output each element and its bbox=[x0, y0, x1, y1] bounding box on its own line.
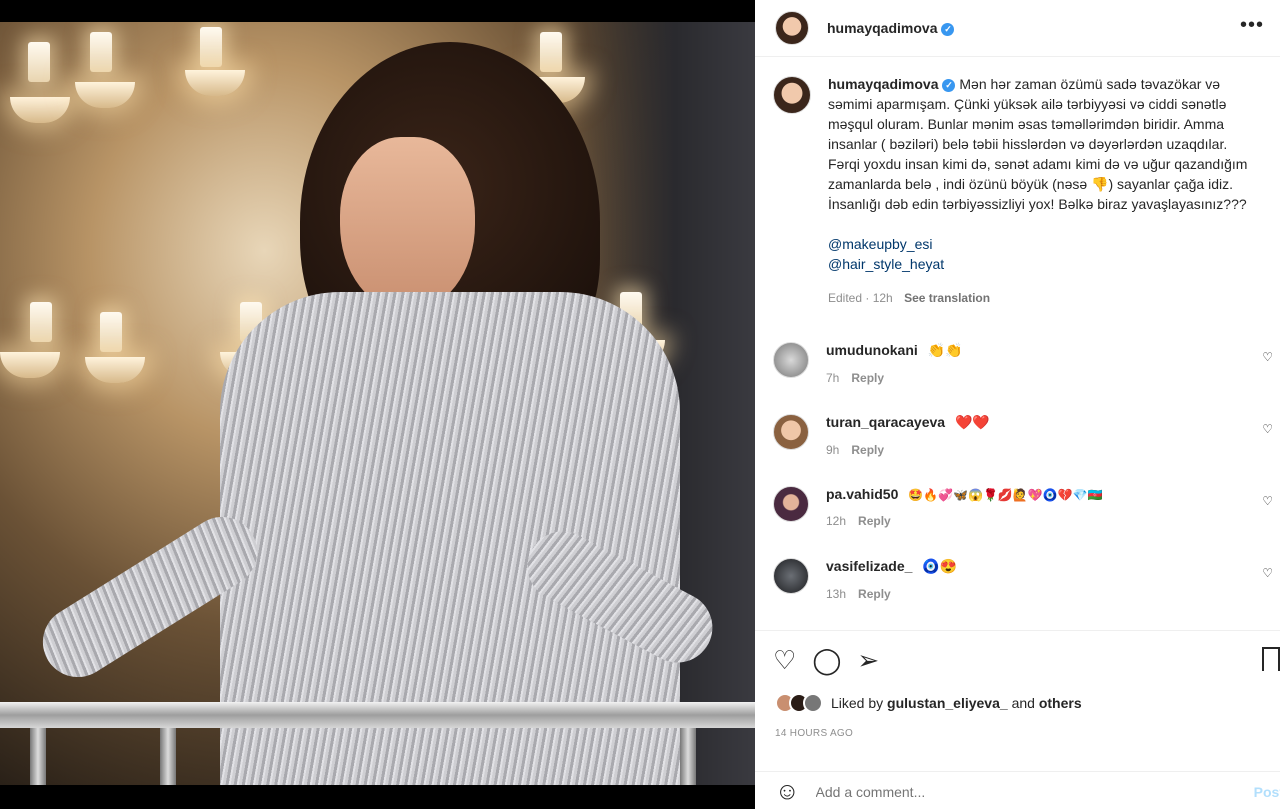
comments-scroll-area[interactable]: humayqadimova ✓ Mən hər zaman özümü sadə … bbox=[755, 58, 1280, 630]
comment-text: 👏👏 bbox=[927, 342, 963, 358]
caption-meta: Edited · 12h See translation bbox=[828, 288, 1260, 308]
action-icons: ♡ ◯ ➢ bbox=[773, 645, 879, 676]
commenter-username[interactable]: pa.vahid50 bbox=[826, 486, 898, 502]
caption-avatar[interactable] bbox=[773, 76, 811, 114]
see-translation-link[interactable]: See translation bbox=[904, 291, 990, 305]
others-link[interactable]: others bbox=[1039, 695, 1082, 711]
chandelier-light bbox=[10, 97, 70, 123]
comment-meta: 13h Reply bbox=[826, 587, 957, 601]
comment-item: pa.vahid50 🤩🔥💞🦋😱🌹💋🙋💖🧿💔💎🇦🇿 12h Reply ♡ bbox=[773, 486, 1273, 528]
author-avatar[interactable] bbox=[775, 11, 809, 45]
commenter-username[interactable]: umudunokani bbox=[826, 342, 918, 358]
chandelier-light bbox=[28, 42, 50, 82]
chandelier-light bbox=[30, 302, 52, 342]
comment-item: vasifelizade_ 🧿😍 13h Reply ♡ bbox=[773, 558, 1273, 601]
commenter-username[interactable]: turan_qaracayeva bbox=[826, 414, 945, 430]
post-caption: humayqadimova ✓ Mən hər zaman özümü sadə … bbox=[755, 58, 1280, 308]
commenter-avatar[interactable] bbox=[773, 414, 809, 450]
caption-username[interactable]: humayqadimova ✓ bbox=[828, 76, 956, 92]
post-comment-button[interactable]: Post bbox=[1254, 784, 1280, 800]
post-side-panel: humayqadimova ✓ ••• humayqadimova ✓ Mən hə… bbox=[755, 0, 1280, 809]
chandelier-light bbox=[75, 82, 135, 108]
commenter-avatar[interactable] bbox=[773, 558, 809, 594]
comment-meta: 12h Reply bbox=[826, 514, 1103, 528]
verified-badge-icon: ✓ bbox=[941, 23, 955, 36]
comment-time: 9h bbox=[826, 443, 840, 457]
instagram-post-view: humayqadimova ✓ ••• humayqadimova ✓ Mən hə… bbox=[0, 0, 1280, 809]
more-options-icon[interactable]: ••• bbox=[1240, 14, 1264, 37]
railing-post bbox=[160, 728, 176, 785]
reply-button[interactable]: Reply bbox=[858, 587, 891, 601]
liker-avatar[interactable] bbox=[803, 693, 823, 713]
commenter-username[interactable]: vasifelizade_ bbox=[826, 558, 912, 574]
edited-label: Edited · 12h bbox=[828, 291, 893, 305]
commenter-avatar[interactable] bbox=[773, 486, 809, 522]
chandelier-light bbox=[100, 312, 122, 352]
add-comment-bar: ☺ Post bbox=[755, 771, 1280, 809]
commenter-avatar[interactable] bbox=[773, 342, 809, 378]
chandelier-light bbox=[85, 357, 145, 383]
reply-button[interactable]: Reply bbox=[851, 443, 884, 457]
railing-post bbox=[30, 728, 46, 785]
comment-body: pa.vahid50 🤩🔥💞🦋😱🌹💋🙋💖🧿💔💎🇦🇿 12h Reply bbox=[826, 486, 1103, 528]
person-figure bbox=[29, 42, 725, 785]
comment-item: umudunokani 👏👏 7h Reply ♡ bbox=[773, 342, 1273, 385]
author-username[interactable]: humayqadimova ✓ bbox=[827, 20, 955, 36]
comment-time: 12h bbox=[826, 514, 847, 528]
like-heart-icon[interactable]: ♡ bbox=[773, 645, 796, 676]
comment-like-icon[interactable]: ♡ bbox=[1262, 350, 1273, 364]
post-photo[interactable] bbox=[0, 22, 755, 785]
share-send-icon[interactable]: ➢ bbox=[857, 645, 879, 676]
post-time-ago[interactable]: 14 HOURS AGO bbox=[775, 728, 853, 739]
mention-link[interactable]: @hair_style_heyat bbox=[828, 254, 1260, 274]
comment-meta: 9h Reply bbox=[826, 443, 990, 457]
comment-time: 7h bbox=[826, 371, 840, 385]
comment-like-icon[interactable]: ♡ bbox=[1262, 494, 1273, 508]
comment-bubble-icon[interactable]: ◯ bbox=[812, 645, 841, 676]
face bbox=[340, 137, 475, 312]
comment-input[interactable] bbox=[815, 783, 1216, 800]
verified-badge-icon: ✓ bbox=[942, 79, 956, 92]
comment-like-icon[interactable]: ♡ bbox=[1262, 566, 1273, 580]
railing-post bbox=[680, 728, 696, 785]
mention-link[interactable]: @makeupby_esi bbox=[828, 234, 1260, 254]
likes-summary: Liked by gulustan_eliyeva_ and others bbox=[775, 693, 1082, 713]
chandelier-light bbox=[90, 32, 112, 72]
caption-text: Mən hər zaman özümü sadə təvazökar və sə… bbox=[828, 76, 1248, 212]
post-header: humayqadimova ✓ ••• bbox=[755, 0, 1280, 57]
bookmark-icon[interactable] bbox=[1262, 647, 1280, 671]
reply-button[interactable]: Reply bbox=[858, 514, 891, 528]
reply-button[interactable]: Reply bbox=[851, 371, 884, 385]
likes-text: Liked by gulustan_eliyeva_ and others bbox=[831, 695, 1082, 711]
chandelier-light bbox=[0, 352, 60, 378]
liker-username-link[interactable]: gulustan_eliyeva_ bbox=[887, 695, 1008, 711]
comment-item: turan_qaracayeva ❤️❤️ 9h Reply ♡ bbox=[773, 414, 1273, 457]
and-label: and bbox=[1011, 695, 1035, 711]
comment-body: turan_qaracayeva ❤️❤️ 9h Reply bbox=[826, 414, 990, 457]
railing bbox=[0, 702, 755, 728]
comment-body: umudunokani 👏👏 7h Reply bbox=[826, 342, 963, 385]
comment-text: ❤️❤️ bbox=[954, 414, 990, 430]
caption-username-text: humayqadimova bbox=[828, 76, 939, 92]
comment-text: 🧿😍 bbox=[922, 558, 958, 574]
comment-body: vasifelizade_ 🧿😍 13h Reply bbox=[826, 558, 957, 601]
caption-body: humayqadimova ✓ Mən hər zaman özümü sadə … bbox=[828, 74, 1260, 308]
liked-by-label: Liked by bbox=[831, 695, 884, 711]
comment-time: 13h bbox=[826, 587, 847, 601]
comment-text: 🤩🔥💞🦋😱🌹💋🙋💖🧿💔💎🇦🇿 bbox=[908, 488, 1103, 502]
post-actions: ♡ ◯ ➢ Liked by gulustan_eliyeva_ and oth… bbox=[755, 630, 1280, 809]
comment-meta: 7h Reply bbox=[826, 371, 963, 385]
author-username-text: humayqadimova bbox=[827, 20, 938, 36]
comment-like-icon[interactable]: ♡ bbox=[1262, 422, 1273, 436]
emoji-smile-icon[interactable]: ☺ bbox=[775, 778, 800, 806]
